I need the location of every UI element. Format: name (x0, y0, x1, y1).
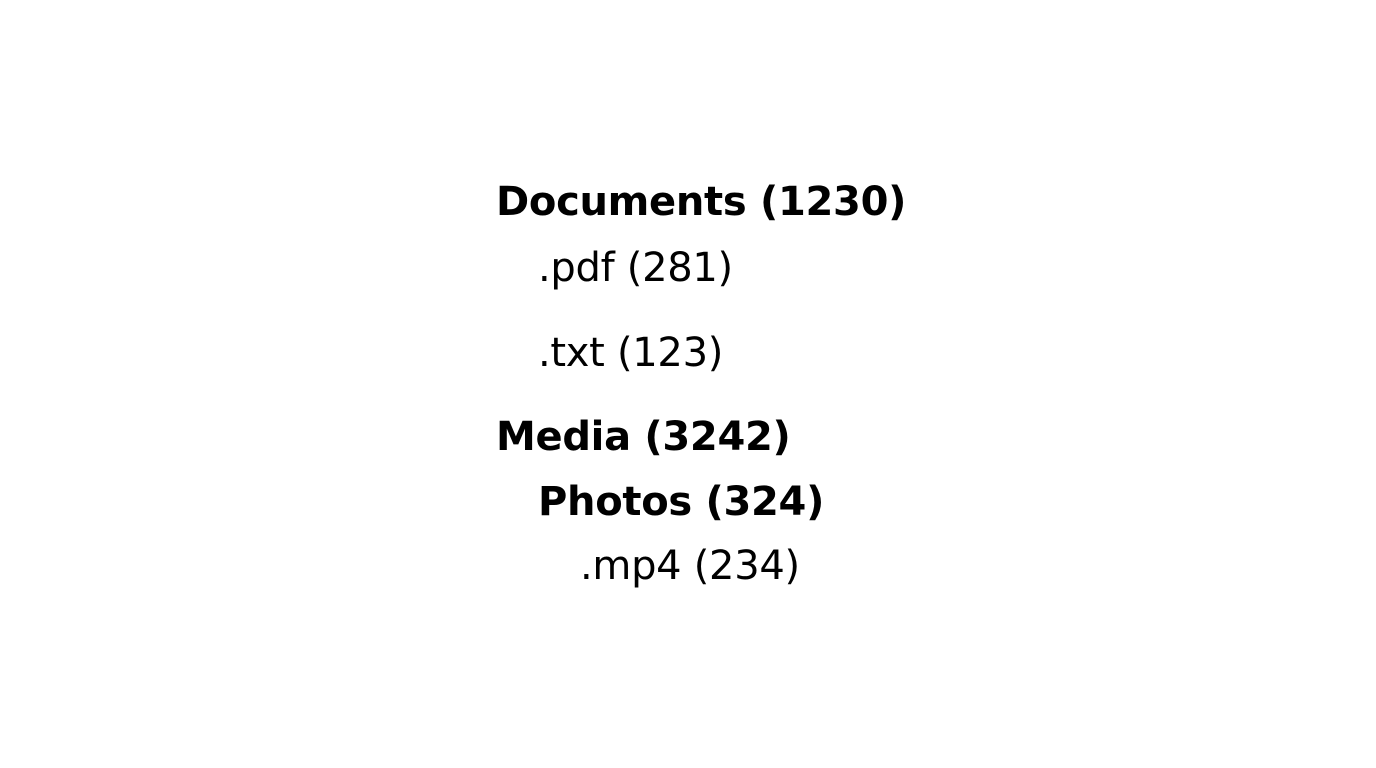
file-type-tree: Documents (1230) .pdf (281) .txt (123) M… (0, 0, 1376, 768)
tree-item-pdf[interactable]: .pdf (281) (538, 244, 733, 292)
tree-item-media[interactable]: Media (3242) (496, 413, 791, 461)
tree-item-txt[interactable]: .txt (123) (538, 329, 723, 377)
tree-item-mp4[interactable]: .mp4 (234) (580, 542, 800, 590)
tree-item-documents[interactable]: Documents (1230) (496, 178, 906, 226)
tree-item-photos[interactable]: Photos (324) (538, 478, 824, 526)
